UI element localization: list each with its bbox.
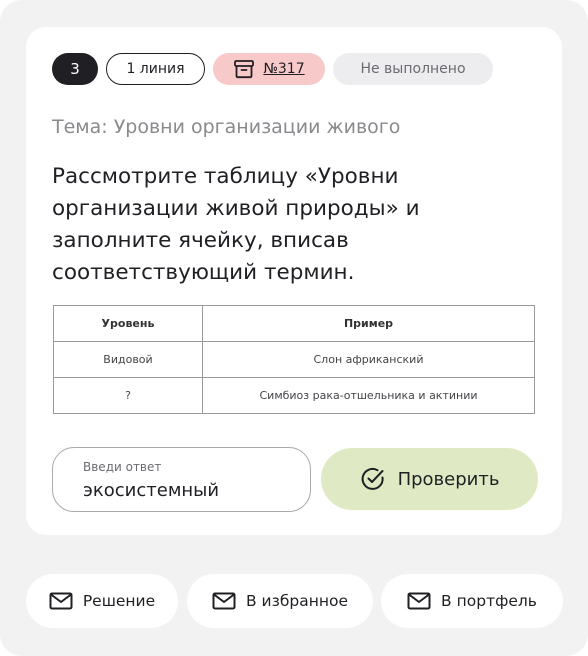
table-row: ? Симбиоз рака-отшельника и актинии (53, 377, 535, 414)
table-cell: Слон африканский (202, 341, 535, 378)
line-badge: 1 линия (106, 53, 205, 85)
archive-box-icon (233, 59, 255, 79)
check-button-label: Проверить (397, 468, 500, 490)
answer-input[interactable] (83, 478, 293, 502)
task-badges: 3 1 линия №317 Не выполнено (52, 53, 532, 85)
task-card: 3 1 линия №317 Не выполнено Тема: Уровни… (26, 27, 562, 535)
status-badge: Не выполнено (333, 53, 493, 85)
table-cell: Видовой (53, 341, 203, 378)
answer-field[interactable]: Введи ответ (52, 447, 311, 512)
question-text: Рассмотрите таблицу «Уровни организации … (52, 164, 420, 285)
table-header-row: Уровень Пример (53, 305, 535, 342)
add-to-favorites-button[interactable]: В избранное (187, 574, 373, 628)
envelope-icon (407, 592, 431, 610)
portfolio-label: В портфель (441, 592, 537, 610)
check-button[interactable]: Проверить (321, 448, 538, 510)
add-to-portfolio-button[interactable]: В портфель (381, 574, 563, 628)
task-id-badge[interactable]: №317 (213, 53, 325, 85)
solution-label: Решение (82, 592, 156, 610)
table-header-cell: Пример (202, 305, 535, 342)
task-number-badge: 3 (52, 53, 98, 85)
check-circle-icon (360, 466, 386, 492)
solution-button[interactable]: Решение (26, 574, 178, 628)
task-table: Уровень Пример Видовой Слон африканский … (53, 305, 535, 414)
table-cell: ? (53, 377, 203, 414)
table-row: Видовой Слон африканский (53, 341, 535, 378)
favorites-label: В избранное (245, 592, 349, 610)
task-id-link[interactable]: №317 (263, 61, 304, 77)
table-header-cell: Уровень (53, 305, 203, 342)
answer-field-label: Введи ответ (83, 460, 162, 474)
task-container: 3 1 линия №317 Не выполнено Тема: Уровни… (0, 0, 588, 656)
table-cell: Симбиоз рака-отшельника и актинии (202, 377, 535, 414)
envelope-icon (49, 592, 73, 610)
envelope-icon (212, 592, 236, 610)
topic-title: Тема: Уровни организации живого (52, 116, 401, 138)
